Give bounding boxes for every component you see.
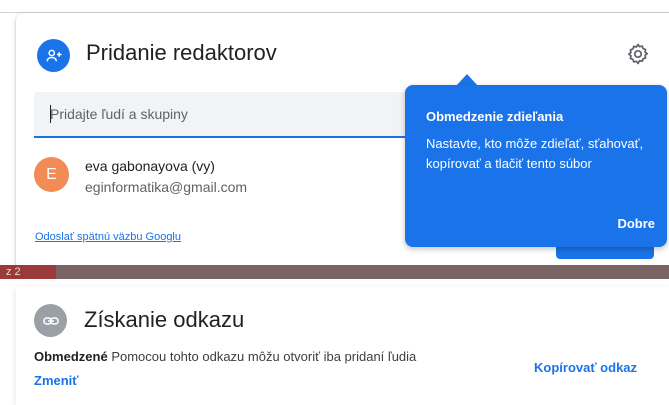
- user-email: eginformatika@gmail.com: [85, 179, 248, 195]
- tooltip-body: Nastavte, kto môže zdieľať, sťahovať, ko…: [426, 136, 644, 171]
- get-link-panel: Získanie odkazu Obmedzené Pomocou tohto …: [16, 287, 669, 405]
- dialog-title: Pridanie redaktorov: [86, 40, 277, 65]
- user-name: eva gabonayova (vy): [85, 158, 215, 174]
- add-people-input[interactable]: [34, 92, 434, 136]
- page-counter: z 2: [6, 266, 21, 278]
- change-access-link[interactable]: Zmeniť: [34, 373, 79, 388]
- sharing-restriction-tooltip: Obmedzenie zdieľania Nastavte, kto môže …: [405, 85, 667, 247]
- restriction-text: Pomocou tohto odkazu môžu otvoriť iba pr…: [111, 349, 417, 364]
- link-access-description: Obmedzené Pomocou tohto odkazu môžu otvo…: [34, 349, 416, 364]
- copy-link-button[interactable]: Kopírovať odkaz: [534, 360, 637, 375]
- text-cursor: [50, 105, 51, 123]
- people-search-field[interactable]: [34, 92, 434, 138]
- tooltip-ok-button[interactable]: Dobre: [617, 216, 655, 231]
- settings-gear-icon[interactable]: [626, 42, 650, 66]
- tooltip-title: Obmedzenie zdieľania: [426, 109, 564, 124]
- link-section-title: Získanie odkazu: [84, 307, 245, 332]
- add-person-icon: [37, 39, 70, 72]
- link-icon: [34, 304, 67, 337]
- restriction-label: Obmedzené: [34, 349, 108, 364]
- feedback-link[interactable]: Odoslať spätnú väzbu Googlu: [35, 231, 181, 243]
- background-page-strip: z 2: [0, 265, 669, 279]
- avatar: E: [34, 157, 69, 192]
